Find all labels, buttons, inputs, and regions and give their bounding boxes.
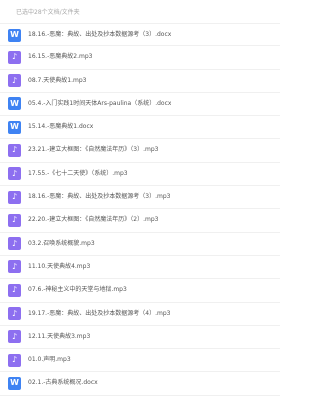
file-name: 05.4.-入门实践1时间天体Ars-paulina（系统）.docx — [28, 99, 172, 107]
file-row[interactable]: ♪ 07.6.-神秘主义中的天堂与地狱.mp3 — [0, 279, 280, 303]
file-icon-glyph: W — [10, 30, 19, 39]
file-name: 15.14.-恶魔典故1.docx — [28, 123, 94, 131]
music-note-icon: ♪ — [8, 190, 21, 204]
file-row[interactable]: ♪ 16.15.-恶魔典故2.mp3 — [0, 46, 280, 70]
file-name: 07.6.-神秘主义中的天堂与地狱.mp3 — [28, 286, 127, 294]
file-name: 19.17.-恶魔：典故、出处及抄本数据源考（4）.mp3 — [28, 309, 171, 317]
file-row[interactable]: W 05.4.-入门实践1时间天体Ars-paulina（系统）.docx — [0, 93, 280, 117]
breadcrumb-header: 已选中28个文档/文件夹 — [0, 0, 280, 22]
file-name: 18.16.-恶魔：典故、出处及抄本数据源考（3）.mp3 — [28, 193, 171, 201]
file-name: 01.0.声明.mp3 — [28, 356, 71, 364]
file-row[interactable]: ♪ 08.7.天使典故1.mp3 — [0, 70, 280, 93]
file-icon-glyph: ♪ — [11, 261, 18, 271]
file-name: 02.1.-古典系统概况.docx — [28, 379, 98, 387]
file-name: 12.11.天使典故3.mp3 — [28, 332, 91, 340]
file-name: 16.15.-恶魔典故2.mp3 — [28, 53, 93, 61]
music-note-icon: ♪ — [8, 74, 21, 88]
file-name: 03.2.召唤系统概貌.mp3 — [28, 239, 95, 247]
file-icon-glyph: ♪ — [11, 52, 18, 62]
file-row[interactable]: ♪ 01.0.声明.mp3 — [0, 349, 280, 373]
file-icon-glyph: W — [10, 378, 19, 388]
music-note-icon: ♪ — [8, 143, 21, 157]
music-note-icon: ♪ — [8, 50, 21, 64]
file-icon-glyph: ♪ — [11, 355, 18, 365]
file-row[interactable]: ♪ 19.17.-恶魔：典故、出处及抄本数据源考（4）.mp3 — [0, 303, 280, 326]
file-row[interactable]: W 18.16.-恶魔：典故、出处及抄本数据源考（3）.docx — [0, 23, 280, 47]
file-icon-glyph: W — [10, 122, 19, 132]
file-name: 22.20.-建立大框图：《自然魔法年历》（2）.mp3 — [28, 216, 159, 224]
file-name: 11.10.天使典故4.mp3 — [28, 262, 91, 270]
music-note-icon: ♪ — [8, 330, 21, 344]
file-row[interactable]: ♪ 17.55.-《七十二天使》（系统）.mp3 — [0, 163, 280, 187]
file-icon-glyph: ♪ — [11, 238, 18, 248]
music-note-icon: ♪ — [8, 237, 21, 251]
file-row[interactable]: ♪ 22.20.-建立大框图：《自然魔法年历》（2）.mp3 — [0, 209, 280, 233]
file-icon-glyph: ♪ — [11, 168, 18, 178]
music-note-icon: ♪ — [8, 307, 21, 321]
selection-path-text: 已选中28个文档/文件夹 — [16, 8, 80, 16]
file-icon-glyph: ♪ — [11, 75, 18, 85]
music-note-icon: ♪ — [8, 283, 21, 297]
file-row[interactable]: ♪ 11.10.天使典故4.mp3 — [0, 256, 280, 280]
file-row[interactable]: W 02.1.-古典系统概况.docx — [0, 372, 280, 396]
file-row[interactable]: W 15.14.-恶魔典故1.docx — [0, 116, 280, 140]
word-doc-icon: W — [8, 28, 21, 42]
back-area[interactable] — [0, 0, 14, 22]
file-row[interactable]: ♪ 12.11.天使典故3.mp3 — [0, 326, 280, 350]
file-icon-glyph: W — [10, 98, 19, 108]
file-icon-glyph: ♪ — [11, 331, 18, 341]
file-icon-glyph: ♪ — [11, 308, 18, 318]
music-note-icon: ♪ — [8, 167, 21, 181]
word-doc-icon: W — [8, 97, 21, 111]
file-list: W 18.16.-恶魔：典故、出处及抄本数据源考（3）.docx ♪ 16.15.-恶… — [0, 23, 280, 396]
file-row[interactable]: ♪ 03.2.召唤系统概貌.mp3 — [0, 233, 280, 256]
file-row[interactable]: ♪ 18.16.-恶魔：典故、出处及抄本数据源考（3）.mp3 — [0, 186, 280, 210]
music-note-icon: ♪ — [8, 353, 21, 367]
file-name: 17.55.-《七十二天使》（系统）.mp3 — [28, 169, 128, 177]
file-icon-glyph: ♪ — [11, 285, 18, 295]
file-name: 08.7.天使典故1.mp3 — [28, 76, 87, 84]
word-doc-icon: W — [8, 120, 21, 134]
music-note-icon: ♪ — [8, 260, 21, 274]
file-name: 18.16.-恶魔：典故、出处及抄本数据源考（3）.docx — [28, 31, 172, 38]
file-icon-glyph: ♪ — [11, 192, 18, 202]
file-icon-glyph: ♪ — [11, 215, 18, 225]
music-note-icon: ♪ — [8, 213, 21, 227]
file-icon-glyph: ♪ — [11, 145, 18, 155]
word-doc-icon: W — [8, 376, 21, 390]
file-row[interactable]: ♪ 23.21.-建立大框图：《自然魔法年历》（3）.mp3 — [0, 139, 280, 163]
file-name: 23.21.-建立大框图：《自然魔法年历》（3）.mp3 — [28, 146, 159, 154]
